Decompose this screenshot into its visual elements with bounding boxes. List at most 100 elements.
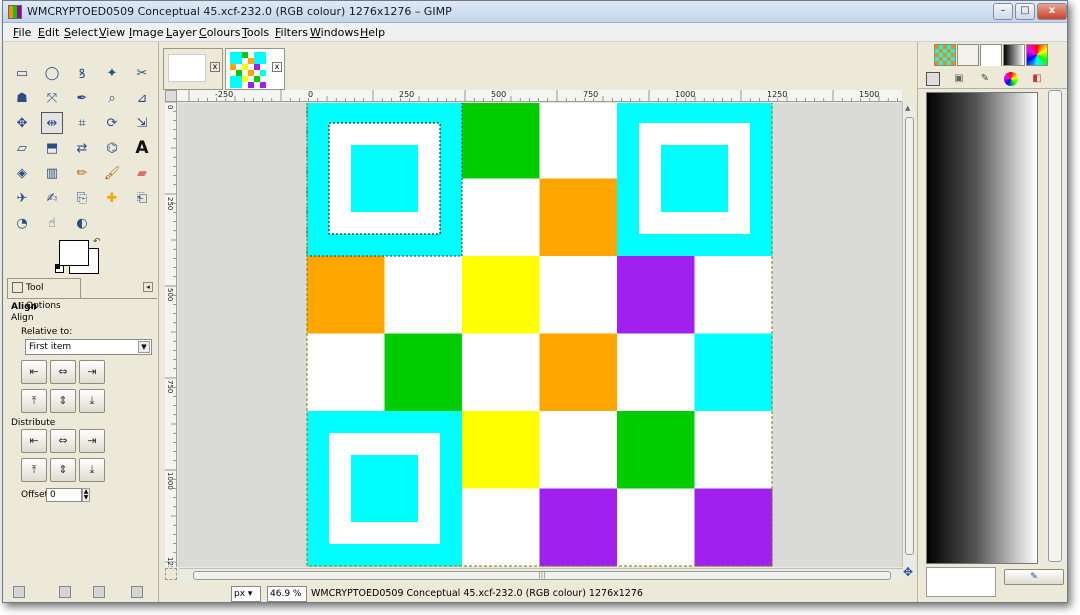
- vertical-ruler[interactable]: 0 250 500 750 1000 1250: [165, 102, 177, 567]
- relative-to-select[interactable]: First item ▼: [25, 339, 152, 355]
- move-tool-icon[interactable]: ✥: [11, 112, 33, 134]
- align-hcenter-button[interactable]: ⇔: [50, 360, 76, 384]
- blend-tool-icon[interactable]: ▥: [41, 162, 63, 184]
- delete-preset-icon[interactable]: [93, 586, 105, 598]
- perspective-tool-icon[interactable]: ⬒: [41, 137, 63, 159]
- minimize-button[interactable]: –: [993, 3, 1013, 20]
- edit-gradient-button[interactable]: ✎: [1004, 569, 1064, 585]
- distribute-left-button[interactable]: ⇤: [21, 429, 47, 453]
- align-right-button[interactable]: ⇥: [79, 360, 105, 384]
- align-left-button[interactable]: ⇤: [21, 360, 47, 384]
- restore-preset-icon[interactable]: [59, 586, 71, 598]
- dodge-burn-tool-icon[interactable]: ◐: [71, 212, 93, 234]
- menu-windows[interactable]: Windows: [310, 26, 359, 39]
- close-tab-icon[interactable]: x: [210, 62, 220, 72]
- offset-spinner[interactable]: ▲ ▼: [82, 488, 90, 502]
- free-select-tool-icon[interactable]: ꝸ: [71, 62, 93, 84]
- tab-patterns[interactable]: [934, 44, 956, 66]
- menu-file[interactable]: File: [13, 26, 31, 39]
- perspective-clone-tool-icon[interactable]: ⎗: [131, 187, 153, 209]
- distribute-vcenter-button[interactable]: ⇕: [50, 458, 76, 482]
- image-tab-blank[interactable]: x: [163, 48, 223, 90]
- image-tab-pattern[interactable]: x: [225, 48, 285, 90]
- clone-tool-icon[interactable]: ⎘: [71, 187, 93, 209]
- bucket-fill-tool-icon[interactable]: ◈: [11, 162, 33, 184]
- tab-brushes[interactable]: [957, 44, 979, 66]
- color-picker-tool-icon[interactable]: ✒: [71, 87, 93, 109]
- cage-tool-icon[interactable]: ⌬: [101, 137, 123, 159]
- title-bar[interactable]: WMCRYPTOED0509 Conceptual 45.xcf-232.0 (…: [3, 1, 1067, 23]
- fg-select-tool-icon[interactable]: ☗: [11, 87, 33, 109]
- menu-tools[interactable]: Tools: [242, 26, 269, 39]
- measure-tool-icon[interactable]: ⊿: [131, 87, 153, 109]
- paths-tool-icon[interactable]: ⤧: [41, 87, 63, 109]
- menu-layer[interactable]: Layer: [166, 26, 197, 39]
- navigate-icon[interactable]: ✥: [901, 566, 915, 580]
- reset-options-icon[interactable]: [131, 586, 143, 598]
- smudge-tool-icon[interactable]: ☝: [41, 212, 63, 234]
- quick-mask-toggle[interactable]: [165, 568, 177, 580]
- horizontal-scrollbar[interactable]: |||: [179, 568, 903, 581]
- menu-help[interactable]: Help: [360, 26, 385, 39]
- scroll-up-icon[interactable]: ▲: [905, 104, 910, 112]
- menu-view[interactable]: View: [99, 26, 125, 39]
- distribute-right-button[interactable]: ⇥: [79, 429, 105, 453]
- vertical-scrollbar[interactable]: ▲: [902, 102, 915, 567]
- close-tab-icon[interactable]: x: [272, 62, 282, 72]
- menu-select[interactable]: Select: [64, 26, 98, 39]
- horizontal-ruler[interactable]: -250 0 250 500 750 1000 1250 1500: [177, 90, 902, 102]
- shear-tool-icon[interactable]: ▱: [11, 137, 33, 159]
- tab-gradients[interactable]: [1003, 44, 1025, 66]
- horizontal-scroll-thumb[interactable]: |||: [193, 571, 891, 580]
- tab-tool-options[interactable]: Tool Options: [7, 278, 81, 311]
- color-wheel-icon[interactable]: [1004, 72, 1018, 86]
- dock-scroll-thumb[interactable]: [1048, 90, 1062, 562]
- zoom-select[interactable]: 46.9 % ▾: [267, 586, 307, 602]
- distribute-hcenter-button[interactable]: ⇔: [50, 429, 76, 453]
- menu-image[interactable]: Image: [129, 26, 163, 39]
- canvas-area[interactable]: [178, 103, 902, 567]
- tab-palettes[interactable]: [1026, 44, 1048, 66]
- maximize-button[interactable]: □: [1015, 3, 1035, 20]
- image-canvas[interactable]: [178, 103, 902, 567]
- gradient-preview[interactable]: [926, 92, 1038, 564]
- ink-tool-icon[interactable]: ✍: [41, 187, 63, 209]
- fuzzy-select-tool-icon[interactable]: ✦: [101, 62, 123, 84]
- printer-icon[interactable]: ▣: [952, 72, 966, 86]
- menu-colours[interactable]: Colours: [199, 26, 240, 39]
- rotate-tool-icon[interactable]: ⟳: [101, 112, 123, 134]
- foreground-color[interactable]: [59, 240, 89, 266]
- vertical-scroll-thumb[interactable]: [905, 117, 914, 555]
- scale-tool-icon[interactable]: ⇲: [131, 112, 153, 134]
- scissors-select-tool-icon[interactable]: ✂: [131, 62, 153, 84]
- crop-tool-icon[interactable]: ⌗: [71, 112, 93, 134]
- rect-select-tool-icon[interactable]: ▭: [11, 62, 33, 84]
- panel-menu-button[interactable]: ◂: [143, 282, 153, 292]
- tab-tool-presets[interactable]: [980, 44, 1002, 66]
- swatch-icon[interactable]: ◧: [1030, 72, 1044, 86]
- paintbrush-tool-icon[interactable]: 🖌: [101, 162, 123, 184]
- heal-tool-icon[interactable]: ✚: [101, 187, 123, 209]
- offset-input[interactable]: 0: [46, 488, 82, 502]
- eraser-tool-icon[interactable]: ▰: [131, 162, 153, 184]
- zoom-tool-icon[interactable]: ⌕: [101, 87, 123, 109]
- distribute-top-button[interactable]: ⤒: [21, 458, 47, 482]
- pencil-tool-icon[interactable]: ✏: [71, 162, 93, 184]
- align-top-button[interactable]: ⤒: [21, 389, 47, 413]
- text-tool-icon[interactable]: A: [131, 137, 153, 159]
- align-bottom-button[interactable]: ⤓: [79, 389, 105, 413]
- align-tool-icon[interactable]: ⇹: [41, 112, 63, 134]
- dock-preview-field[interactable]: [926, 567, 996, 597]
- blur-tool-icon[interactable]: ◔: [11, 212, 33, 234]
- menu-edit[interactable]: Edit: [38, 26, 59, 39]
- distribute-bottom-button[interactable]: ⤓: [79, 458, 105, 482]
- dock-scrollbar[interactable]: [1046, 90, 1066, 564]
- swap-colors-icon[interactable]: ↶: [93, 237, 101, 247]
- menu-filters[interactable]: Filters: [275, 26, 308, 39]
- ellipse-select-tool-icon[interactable]: ◯: [41, 62, 63, 84]
- flip-tool-icon[interactable]: ⇄: [71, 137, 93, 159]
- unit-select[interactable]: px ▾: [231, 586, 261, 602]
- save-preset-icon[interactable]: [13, 586, 25, 598]
- ruler-corner[interactable]: [165, 90, 177, 102]
- airbrush-tool-icon[interactable]: ✈: [11, 187, 33, 209]
